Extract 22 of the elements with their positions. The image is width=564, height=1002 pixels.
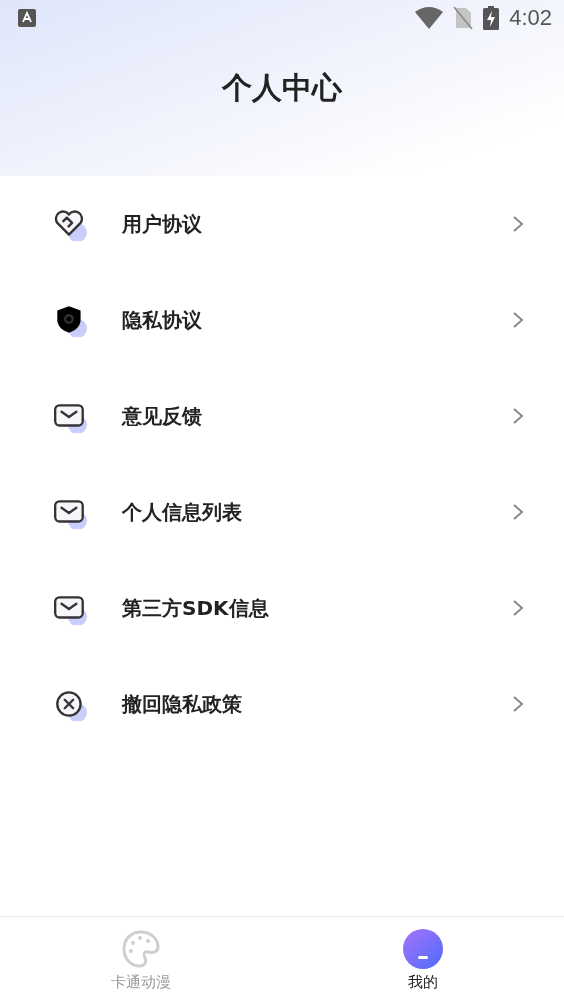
chevron-right-icon (512, 311, 524, 329)
heart-icon (52, 207, 88, 241)
no-sim-icon (453, 6, 474, 30)
page-title: 个人中心 (222, 69, 342, 107)
menu-item[interactable]: 第三方SDK信息 (0, 560, 564, 656)
chevron-right-icon (512, 695, 524, 713)
menu-item[interactable]: 撤回隐私政策 (0, 656, 564, 752)
clock-time: 4:02 (509, 5, 552, 31)
chevron-right-icon (512, 599, 524, 617)
menu-item[interactable]: 个人信息列表 (0, 464, 564, 560)
chevron-right-icon (512, 407, 524, 425)
menu-item[interactable]: 用户协议 (0, 176, 564, 272)
chevron-right-icon (512, 503, 524, 521)
keyboard-icon (18, 9, 36, 27)
wifi-icon (415, 7, 444, 29)
menu-item[interactable]: 隐私协议 (0, 272, 564, 368)
menu-item[interactable]: 意见反馈 (0, 368, 564, 464)
chevron-right-icon (512, 215, 524, 233)
battery-icon (483, 6, 500, 30)
palette-icon (121, 929, 161, 969)
avatar-icon (403, 929, 443, 969)
tab-item[interactable]: 我的 (282, 917, 564, 1002)
